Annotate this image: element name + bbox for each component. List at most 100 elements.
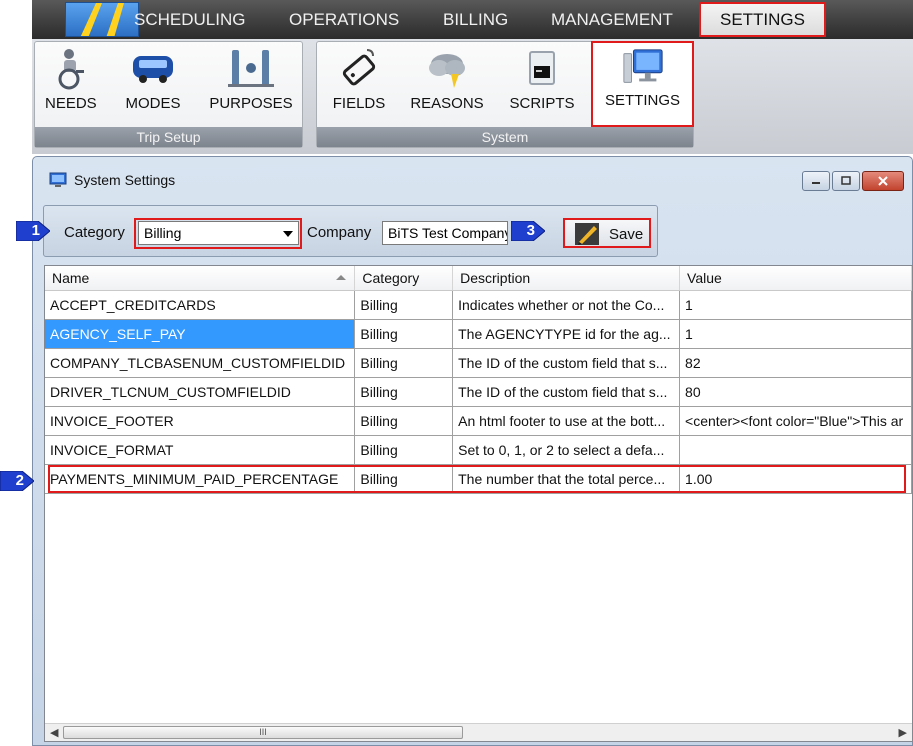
close-button[interactable] [862, 171, 904, 191]
maximize-icon [841, 176, 851, 185]
scrollbar-thumb[interactable]: III [63, 726, 463, 739]
top-menu-bar: SCHEDULING OPERATIONS BILLING MANAGEMENT… [32, 0, 913, 39]
cell-name[interactable]: AGENCY_SELF_PAY [45, 319, 356, 349]
cell-description[interactable]: Set to 0, 1, or 2 to select a defa... [452, 435, 681, 465]
cell-description[interactable]: The ID of the custom field that s... [452, 377, 681, 407]
purposes-button[interactable]: PURPOSES [205, 46, 297, 122]
column-header-value[interactable]: Value [679, 266, 912, 291]
cell-name[interactable]: INVOICE_FOOTER [45, 406, 356, 436]
callout-badge-2: 2 [0, 471, 34, 491]
purposes-label: PURPOSES [209, 95, 293, 112]
reasons-button[interactable]: REASONS [403, 46, 491, 122]
reasons-label: REASONS [410, 95, 484, 112]
cell-category[interactable]: Billing [354, 435, 454, 465]
fields-button[interactable]: FIELDS [329, 46, 389, 122]
settings-toolbar: Category Billing Company BiTS Test Compa… [43, 205, 658, 257]
medical-equipment-icon [228, 50, 274, 87]
company-label: Company [307, 224, 372, 241]
modes-label: MODES [125, 95, 181, 112]
window-monitor-icon [49, 172, 67, 187]
cell-value[interactable]: <center><font color="Blue">This ar [679, 406, 912, 436]
category-dropdown[interactable]: Billing [138, 221, 299, 245]
cell-description[interactable]: The ID of the custom field that s... [452, 348, 681, 378]
table-row[interactable]: ACCEPT_CREDITCARDS Billing Indicates whe… [45, 290, 912, 320]
scroll-right-icon[interactable]: ▶ [899, 726, 907, 739]
cell-name[interactable]: DRIVER_TLCNUM_CUSTOMFIELDID [45, 377, 356, 407]
maximize-button[interactable] [832, 171, 860, 191]
close-icon [878, 176, 888, 186]
cell-category[interactable]: Billing [354, 319, 454, 349]
cell-value[interactable]: 80 [679, 377, 912, 407]
row-highlight-box [48, 465, 906, 493]
menu-management[interactable]: MANAGEMENT [551, 0, 673, 39]
modes-button[interactable]: MODES [121, 46, 185, 122]
save-label: Save [609, 226, 644, 243]
menu-settings[interactable]: SETTINGS [699, 2, 826, 37]
bus-icon [133, 56, 173, 83]
horizontal-scrollbar[interactable]: ◀ III ▶ [45, 723, 912, 741]
chevron-down-icon [283, 231, 293, 237]
app-logo [65, 2, 139, 37]
scroll-left-icon[interactable]: ◀ [50, 726, 58, 739]
table-row[interactable]: DRIVER_TLCNUM_CUSTOMFIELDID Billing The … [45, 377, 912, 407]
column-header-description-label: Description [460, 269, 531, 286]
menu-billing[interactable]: BILLING [443, 0, 508, 39]
cell-category[interactable]: Billing [354, 348, 454, 378]
ribbon-group-system: FIELDS REASONS SCRIPTS SETTINGS System [316, 41, 694, 148]
cell-description[interactable]: Indicates whether or not the Co... [452, 290, 681, 320]
menu-operations[interactable]: OPERATIONS [289, 0, 399, 39]
needs-label: NEEDS [45, 95, 97, 112]
table-header-row: Name Category Description Value [45, 266, 912, 291]
column-header-name[interactable]: Name [45, 266, 356, 291]
minimize-icon [812, 182, 820, 184]
ribbon: NEEDS MODES PURPOSES Trip Setup FIELDS R… [32, 39, 913, 154]
cell-name[interactable]: INVOICE_FORMAT [45, 435, 356, 465]
table-row[interactable]: COMPANY_TLCBASENUM_CUSTOMFIELDID Billing… [45, 348, 912, 378]
sort-ascending-icon [336, 275, 347, 280]
cell-value[interactable]: 1 [679, 319, 912, 349]
column-header-name-label: Name [52, 269, 90, 286]
cell-category[interactable]: Billing [354, 406, 454, 436]
console-window-icon [529, 51, 555, 85]
cell-description[interactable]: An html footer to use at the bott... [452, 406, 681, 436]
scripts-button[interactable]: SCRIPTS [505, 46, 579, 122]
company-field[interactable]: BiTS Test Company [382, 221, 508, 245]
cell-value[interactable] [679, 435, 912, 465]
save-button[interactable]: Save [563, 218, 651, 248]
cell-name[interactable]: COMPANY_TLCBASENUM_CUSTOMFIELDID [45, 348, 356, 378]
computer-monitor-icon [622, 49, 663, 83]
column-header-description[interactable]: Description [452, 266, 681, 291]
column-header-value-label: Value [687, 269, 722, 286]
column-header-category-label: Category [362, 269, 420, 286]
settings-label: SETTINGS [604, 92, 680, 109]
callout-number: 2 [15, 472, 24, 489]
category-value: Billing [144, 225, 182, 241]
cell-category[interactable]: Billing [354, 377, 454, 407]
category-label: Category [64, 224, 125, 241]
callout-badge-1: 1 [16, 221, 50, 241]
cell-description[interactable]: The AGENCYTYPE id for the ag... [452, 319, 681, 349]
column-header-category[interactable]: Category [354, 266, 454, 291]
minimize-button[interactable] [802, 171, 830, 191]
window-titlebar[interactable]: System Settings [33, 157, 912, 201]
menu-scheduling[interactable]: SCHEDULING [134, 0, 245, 39]
cell-value[interactable]: 1 [679, 290, 912, 320]
cell-name[interactable]: ACCEPT_CREDITCARDS [45, 290, 356, 320]
wheelchair-icon [58, 49, 84, 90]
table-row[interactable]: INVOICE_FOOTER Billing An html footer to… [45, 406, 912, 436]
fields-label: FIELDS [332, 95, 386, 112]
window-controls [800, 171, 904, 191]
table-row[interactable]: INVOICE_FORMAT Billing Set to 0, 1, or 2… [45, 435, 912, 465]
settings-button[interactable]: SETTINGS [591, 41, 694, 127]
callout-number: 3 [526, 222, 535, 239]
window-title: System Settings [74, 172, 176, 188]
cell-value[interactable]: 82 [679, 348, 912, 378]
needs-button[interactable]: NEEDS [45, 46, 97, 122]
storm-cloud-icon [429, 54, 465, 88]
cell-category[interactable]: Billing [354, 290, 454, 320]
system-settings-window: System Settings Category Billing Company… [32, 156, 913, 746]
scripts-label: SCRIPTS [509, 95, 575, 112]
callout-badge-3: 3 [511, 221, 545, 241]
system-caption: System [317, 127, 693, 147]
table-row-selected[interactable]: AGENCY_SELF_PAY Billing The AGENCYTYPE i… [45, 319, 912, 349]
